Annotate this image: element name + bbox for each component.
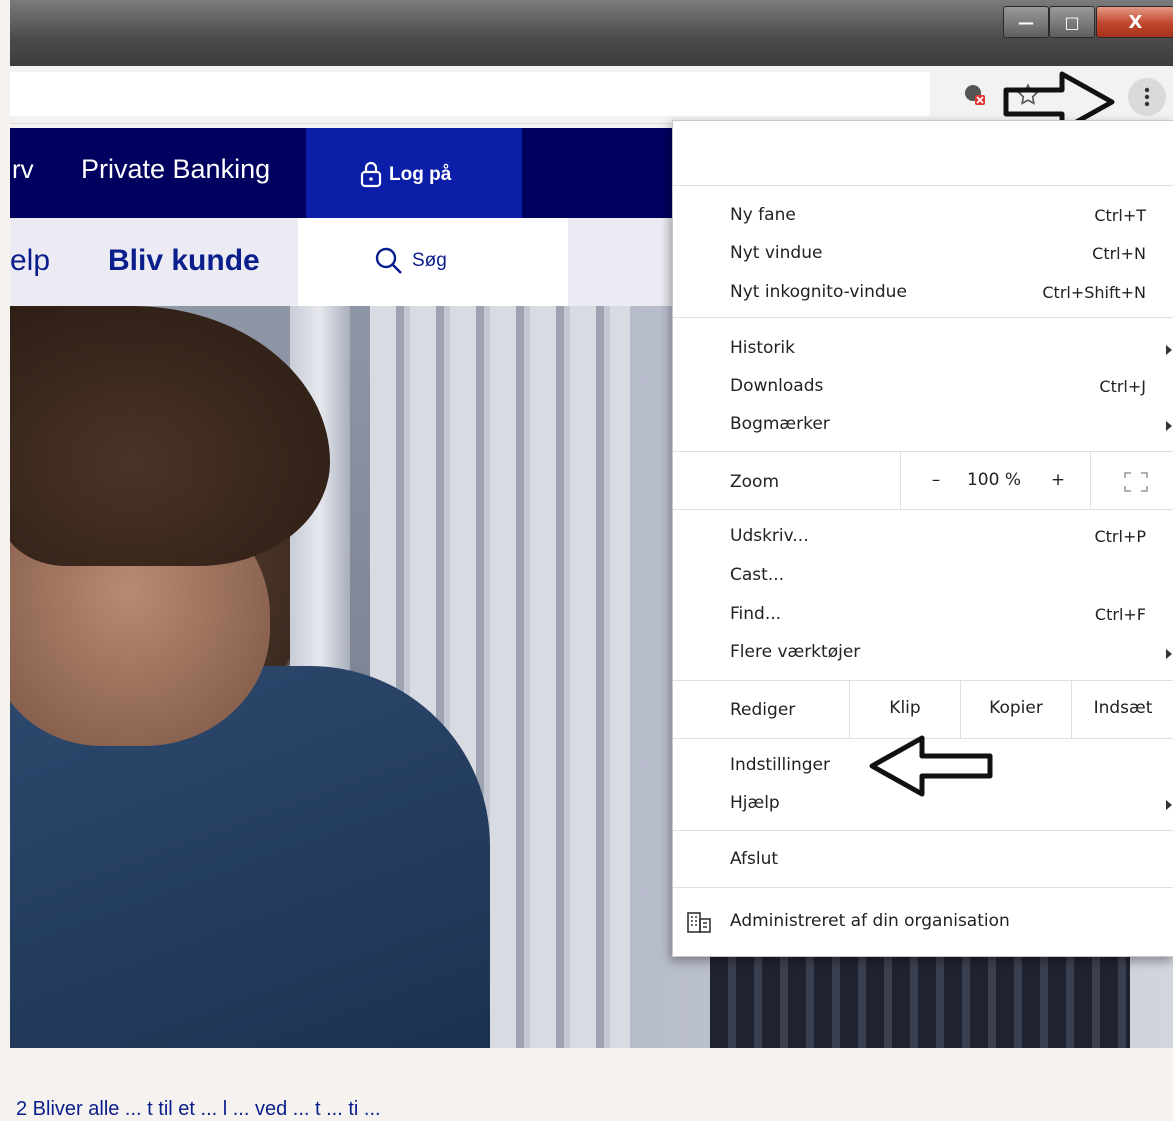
close-glyph: X — [1128, 11, 1143, 33]
menu-item-edit: Rediger — [730, 700, 796, 720]
annotation-arrow-icon — [869, 735, 993, 797]
nav-private-banking[interactable]: Private Banking — [81, 154, 270, 185]
menu-item-history[interactable]: Historik — [730, 338, 795, 358]
shortcut-find: Ctrl+F — [1094, 605, 1146, 624]
menu-item-downloads[interactable]: Downloads — [730, 376, 823, 396]
page-teaser-text[interactable]: 2 Bliver alle ... t til et ... l ... ved… — [16, 1098, 381, 1121]
login-button[interactable]: Log på — [306, 128, 522, 218]
menu-separator — [673, 509, 1173, 510]
menu-item-find[interactable]: Find... — [730, 604, 781, 624]
maximize-glyph: □ — [1064, 12, 1080, 32]
nav-item-partial[interactable]: rv — [12, 154, 34, 185]
shortcut-new-tab: Ctrl+T — [1094, 206, 1146, 225]
search-label: Søg — [412, 250, 447, 271]
address-bar[interactable] — [10, 72, 930, 116]
building-icon — [687, 912, 711, 933]
zoom-divider — [1090, 451, 1091, 509]
menu-separator — [673, 680, 1173, 681]
menu-item-bookmarks[interactable]: Bogmærker — [730, 414, 830, 434]
location-blocked-icon[interactable] — [962, 82, 988, 108]
menu-separator — [673, 451, 1173, 452]
submenu-arrow-icon — [1166, 421, 1172, 431]
menu-item-new-window[interactable]: Nyt vindue — [730, 243, 822, 263]
menu-item-more-tools[interactable]: Flere værktøjer — [730, 642, 860, 662]
search-button[interactable]: Søg — [298, 218, 568, 306]
close-button[interactable]: X — [1096, 6, 1173, 38]
shortcut-new-window: Ctrl+N — [1092, 244, 1146, 263]
nav-become-customer[interactable]: Bliv kunde — [108, 244, 260, 278]
shortcut-incognito: Ctrl+Shift+N — [1042, 283, 1146, 302]
minimize-glyph: — — [1018, 12, 1034, 32]
submenu-arrow-icon — [1166, 345, 1172, 355]
menu-item-cast[interactable]: Cast... — [730, 565, 784, 585]
browser-main-menu: Ny fane Ctrl+T Nyt vindue Ctrl+N Nyt ink… — [672, 120, 1173, 957]
menu-item-help[interactable]: Hjælp — [730, 793, 780, 813]
lock-icon — [360, 161, 382, 188]
menu-item-incognito[interactable]: Nyt inkognito-vindue — [730, 282, 907, 302]
zoom-level-value: 100 % — [966, 470, 1021, 490]
menu-item-settings[interactable]: Indstillinger — [730, 755, 830, 775]
man-hair — [10, 306, 330, 566]
login-label: Log på — [389, 164, 452, 185]
submenu-arrow-icon — [1166, 649, 1172, 659]
fullscreen-icon[interactable] — [1123, 471, 1149, 493]
menu-separator — [673, 887, 1173, 888]
maximize-button[interactable]: □ — [1049, 6, 1095, 38]
nav-help-partial[interactable]: elp — [10, 244, 50, 278]
menu-item-exit[interactable]: Afslut — [730, 849, 778, 869]
menu-separator — [673, 830, 1173, 831]
submenu-arrow-icon — [1166, 800, 1172, 810]
menu-separator — [673, 317, 1173, 318]
zoom-in-button[interactable]: + — [1043, 470, 1073, 490]
menu-separator — [673, 185, 1173, 186]
menu-item-new-tab[interactable]: Ny fane — [730, 205, 796, 225]
minimize-button[interactable]: — — [1003, 6, 1049, 38]
menu-item-print[interactable]: Udskriv... — [730, 526, 809, 546]
shortcut-print: Ctrl+P — [1094, 527, 1146, 546]
menu-kebab-icon[interactable] — [1128, 78, 1166, 116]
paste-button[interactable]: Indsæt — [1072, 698, 1173, 718]
shortcut-downloads: Ctrl+J — [1099, 377, 1146, 396]
zoom-out-button[interactable]: – — [921, 470, 951, 490]
search-icon — [375, 247, 402, 274]
copy-button[interactable]: Kopier — [961, 698, 1071, 718]
menu-item-managed-by-org[interactable]: Administreret af din organisation — [730, 911, 1010, 931]
zoom-divider — [900, 451, 901, 509]
menu-item-zoom: Zoom — [730, 472, 780, 492]
cut-button[interactable]: Klip — [850, 698, 960, 718]
window-titlebar — [10, 0, 1173, 66]
